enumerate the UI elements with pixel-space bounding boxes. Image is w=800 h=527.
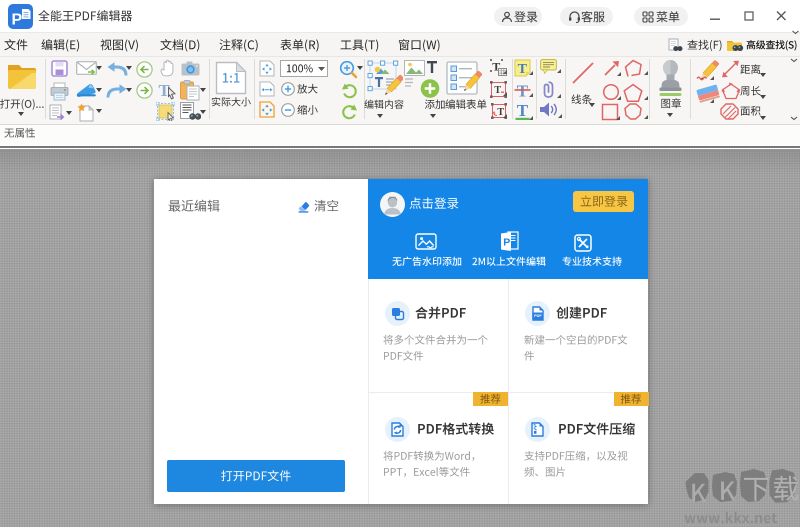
svg-text:PDF: PDF [534, 314, 542, 318]
svg-text:T: T [517, 62, 527, 77]
svg-text:T: T [494, 85, 501, 96]
svg-text:P: P [12, 12, 23, 29]
svg-text:P: P [503, 237, 510, 249]
svg-text:T: T [516, 102, 528, 120]
